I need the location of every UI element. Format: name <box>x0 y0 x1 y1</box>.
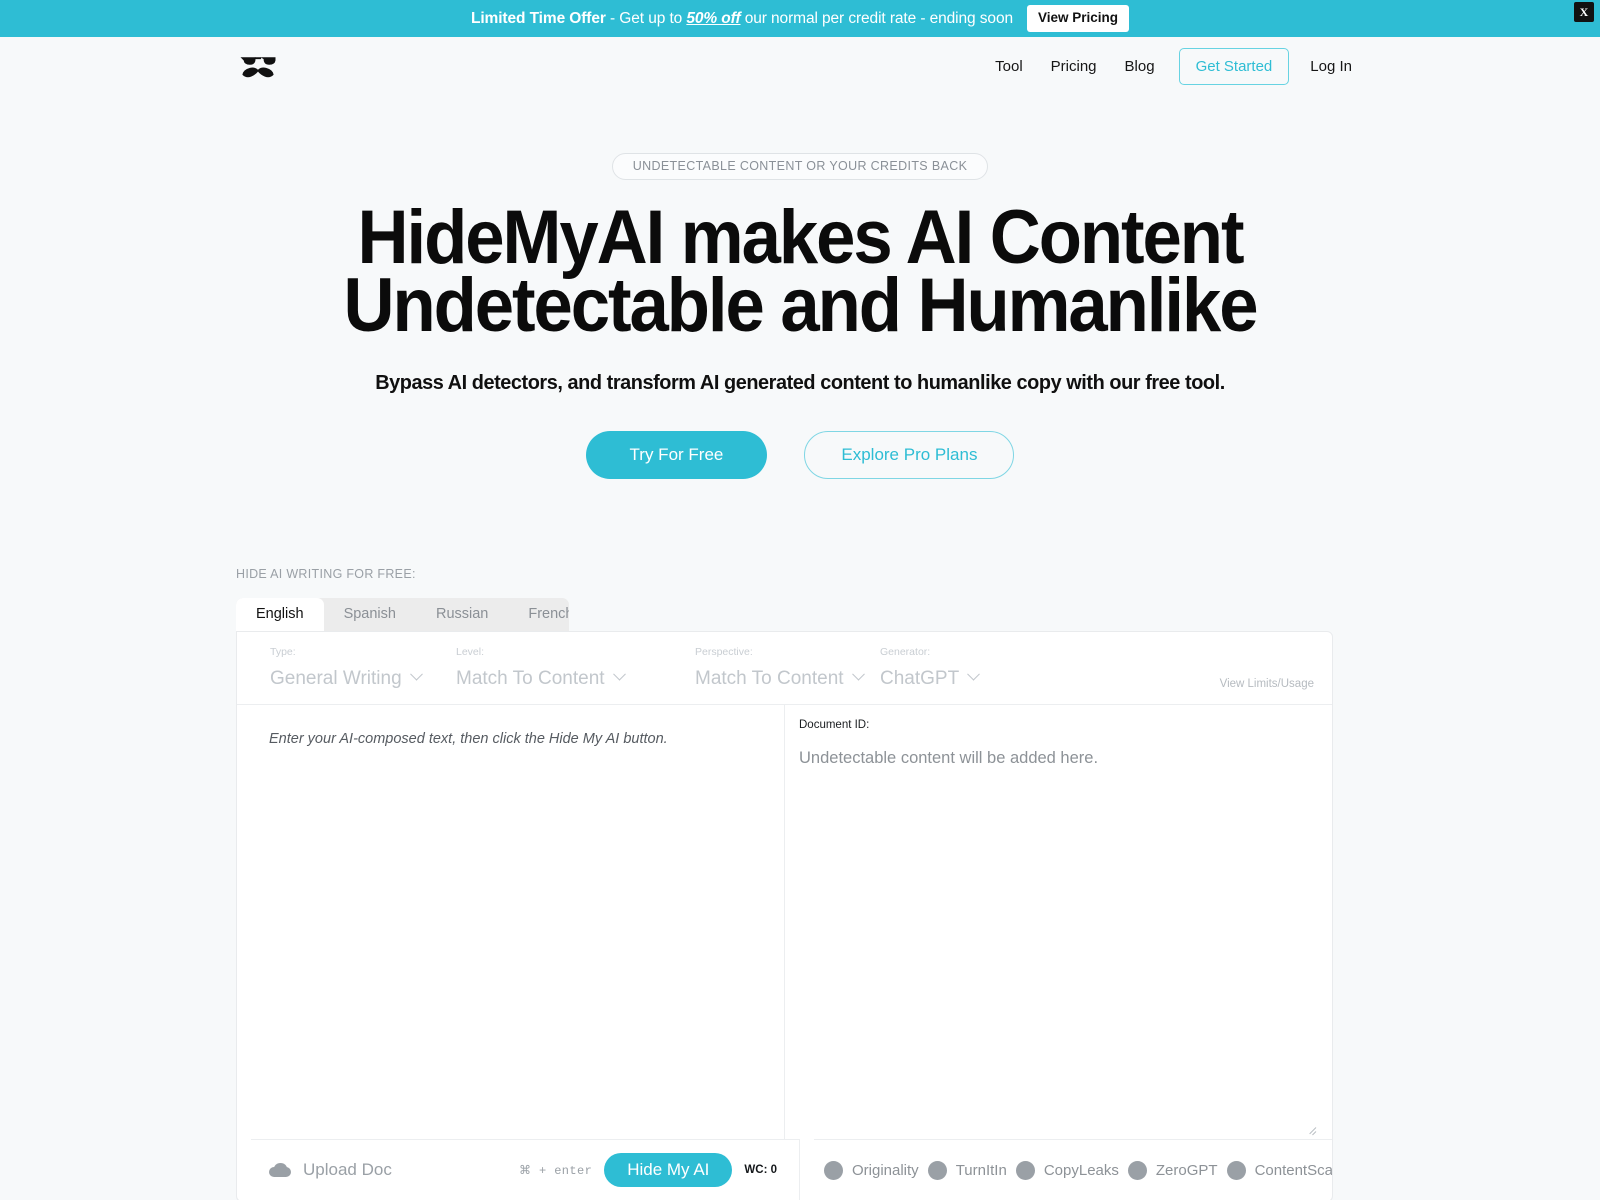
promo-message: Limited Time Offer - Get up to 50% off o… <box>471 10 1013 28</box>
logo[interactable] <box>238 51 278 81</box>
tab-russian[interactable]: Russian <box>416 598 508 631</box>
try-for-free-button[interactable]: Try For Free <box>585 430 768 479</box>
word-count: WC: 0 <box>744 1164 777 1177</box>
status-dot-icon <box>927 1160 947 1180</box>
tool-footer-left: Upload Doc ⌘ + enter Hide My AI WC: 0 <box>251 1138 800 1200</box>
get-started-button[interactable]: Get Started <box>1178 47 1290 85</box>
hide-my-ai-button[interactable]: Hide My AI <box>604 1153 733 1188</box>
tool-panel: Type: General Writing Level: Match To Co… <box>236 630 1333 1200</box>
perspective-label: Perspective: <box>695 645 753 658</box>
tab-english[interactable]: English <box>236 597 324 631</box>
nav-link-blog[interactable]: Blog <box>1111 50 1169 83</box>
hero-cta-group: Try For Free Explore Pro Plans <box>0 430 1600 479</box>
document-id-label: Document ID: <box>799 718 870 731</box>
detector-copyleaks: CopyLeaks <box>1015 1160 1119 1180</box>
ai-text-input[interactable]: Enter your AI-composed text, then click … <box>237 705 784 1139</box>
output-column: Document ID: Undetectable content will b… <box>785 705 1332 1139</box>
page-title: HideMyAI makes AI Content Undetectable a… <box>56 195 1544 349</box>
detector-name: ZeroGPT <box>1155 1161 1218 1179</box>
promo-mid-2: our normal per credit rate - ending soon <box>740 9 1013 27</box>
chevron-down-icon <box>612 668 626 681</box>
chevron-down-icon <box>409 668 423 681</box>
detector-name: TurnItIn <box>955 1161 1007 1179</box>
detector-zerogpt: ZeroGPT <box>1127 1160 1218 1180</box>
view-limits-usage-link[interactable]: View Limits/Usage <box>1220 678 1314 690</box>
detector-name: ContentScale <box>1254 1161 1332 1179</box>
sunglasses-mustache-icon <box>240 57 276 78</box>
level-label: Level: <box>456 645 485 658</box>
log-in-link[interactable]: Log In <box>1296 50 1366 83</box>
hero-badge: UNDETECTABLE CONTENT OR YOUR CREDITS BAC… <box>611 153 989 180</box>
tool-eyebrow: HIDE AI WRITING FOR FREE: <box>236 566 416 581</box>
main-nav: Tool Pricing Blog Get Started Log In <box>981 47 1366 85</box>
generator-label: Generator: <box>880 645 931 658</box>
hero-title-line-2: Undetectable and Humanlike <box>343 263 1259 349</box>
explore-pro-plans-button[interactable]: Explore Pro Plans <box>804 430 1015 479</box>
generator-select[interactable]: ChatGPT <box>880 668 1047 690</box>
type-value: General Writing <box>270 667 402 689</box>
humanized-output: Undetectable content will be added here. <box>799 748 1099 767</box>
perspective-select[interactable]: Match To Content <box>695 667 865 690</box>
tab-french[interactable]: French <box>508 598 569 631</box>
detector-list: Originality TurnItIn CopyLeaks ZeroGPT C… <box>814 1138 1332 1200</box>
tab-spanish[interactable]: Spanish <box>324 598 416 631</box>
cloud-upload-icon <box>269 1163 291 1178</box>
nav-link-pricing[interactable]: Pricing <box>1037 50 1111 83</box>
generator-field: Generator: ChatGPT <box>847 646 1047 690</box>
hero-section: UNDETECTABLE CONTENT OR YOUR CREDITS BAC… <box>0 95 1600 479</box>
promo-banner: Limited Time Offer - Get up to 50% off o… <box>0 0 1600 37</box>
level-field: Level: Match To Content <box>423 646 662 690</box>
hero-title-line-1: HideMyAI makes AI Content <box>357 195 1245 280</box>
perspective-value: Match To Content <box>695 667 844 689</box>
language-tabs: English Spanish Russian French <box>236 597 569 631</box>
generator-value: ChatGPT <box>880 667 960 689</box>
keyboard-shortcut-hint: ⌘ + enter <box>518 1163 593 1178</box>
detector-name: Originality <box>852 1161 919 1179</box>
level-select[interactable]: Match To Content <box>456 668 662 690</box>
status-dot-icon <box>824 1160 843 1180</box>
site-header: Tool Pricing Blog Get Started Log In <box>0 37 1600 95</box>
input-column: Enter your AI-composed text, then click … <box>237 704 785 1139</box>
status-dot-icon <box>1015 1160 1035 1180</box>
submit-group: ⌘ + enter Hide My AI WC: 0 <box>518 1153 777 1188</box>
upload-doc-button[interactable]: Upload Doc <box>269 1160 392 1180</box>
resize-handle[interactable] <box>1305 1124 1317 1136</box>
promo-strong: Limited Time Offer <box>470 9 606 27</box>
type-label: Type: <box>270 645 296 658</box>
status-dot-icon <box>1127 1160 1147 1180</box>
detector-turnitin: TurnItIn <box>927 1160 1007 1180</box>
detector-name: CopyLeaks <box>1043 1161 1119 1179</box>
perspective-field: Perspective: Match To Content <box>662 646 865 690</box>
level-value: Match To Content <box>456 667 605 689</box>
chevron-down-icon <box>967 668 981 681</box>
tool-options-toolbar: Type: General Writing Level: Match To Co… <box>237 632 1332 705</box>
detector-originality: Originality <box>824 1160 919 1180</box>
nav-link-tool[interactable]: Tool <box>981 50 1037 83</box>
upload-doc-label: Upload Doc <box>303 1160 392 1180</box>
promo-mid-1: - Get up to <box>605 9 687 27</box>
status-dot-icon <box>1226 1160 1246 1180</box>
detector-contentscale: ContentScale <box>1226 1160 1332 1180</box>
tool-footer: Upload Doc ⌘ + enter Hide My AI WC: 0 Or… <box>237 1138 1332 1200</box>
close-icon[interactable]: X <box>1574 2 1594 22</box>
tool-section: HIDE AI WRITING FOR FREE: English Spanis… <box>236 567 1333 1200</box>
view-pricing-button[interactable]: View Pricing <box>1026 5 1130 32</box>
editor-row: Enter your AI-composed text, then click … <box>237 704 1332 1139</box>
hero-subtitle: Bypass AI detectors, and transform AI ge… <box>375 370 1225 394</box>
promo-discount: 50% off <box>686 9 741 27</box>
type-select[interactable]: General Writing <box>270 668 423 690</box>
type-field: Type: General Writing <box>237 646 423 690</box>
